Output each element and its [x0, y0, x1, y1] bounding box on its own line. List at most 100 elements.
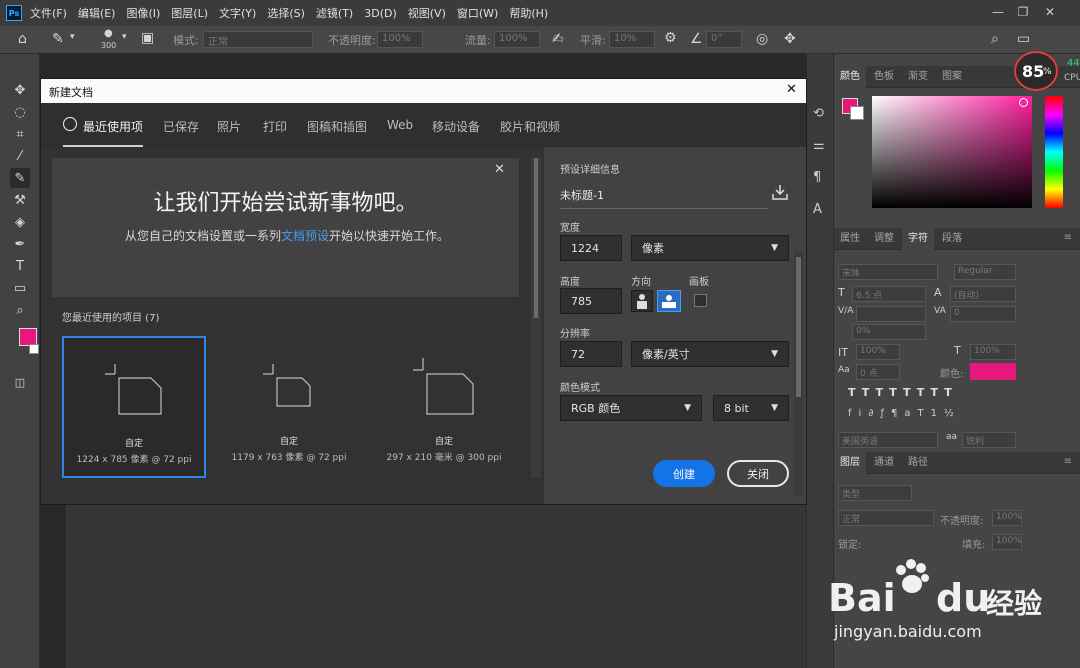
text-style-buttons[interactable]: TTTTTTTT	[848, 386, 1018, 400]
layer-opacity-input[interactable]: 100%	[992, 510, 1022, 526]
zoom-tool-icon[interactable]: ⌕	[10, 300, 30, 320]
color-picker-cursor[interactable]	[1019, 98, 1028, 107]
text-color-swatch[interactable]	[970, 363, 1016, 380]
recent-item[interactable]: 自定 1179 x 763 像素 @ 72 ppi	[217, 336, 361, 478]
document-presets-link[interactable]: 文档预设	[281, 229, 329, 243]
tab-adjustments[interactable]: 调整	[868, 228, 900, 250]
menu-help[interactable]: 帮助(H)	[509, 5, 548, 21]
close-button[interactable]: 关闭	[727, 460, 789, 487]
leading-input[interactable]: (自动)	[950, 286, 1016, 302]
recent-item[interactable]: 自定 297 x 210 毫米 @ 300 ppi	[372, 336, 516, 478]
color-mode-select[interactable]: RGB 颜色 ▼	[560, 395, 702, 421]
chevron-down-icon[interactable]: ▾	[70, 32, 75, 42]
minimize-button[interactable]: —	[988, 3, 1008, 21]
quick-mask-icon[interactable]: ◫	[10, 372, 30, 392]
recent-item[interactable]: 自定 1224 x 785 像素 @ 72 ppi	[62, 336, 206, 478]
tab-paragraph[interactable]: 段落	[936, 228, 968, 250]
mode-select[interactable]: 正常	[203, 31, 313, 48]
document-name-field[interactable]: 未标题-1	[560, 187, 604, 203]
smooth-input[interactable]: 10%	[609, 31, 655, 48]
language-select[interactable]: 美国英语	[838, 432, 938, 448]
welcome-close-button[interactable]: ✕	[494, 162, 505, 177]
document-canvas[interactable]	[66, 505, 806, 668]
font-size-input[interactable]: 6.5 点	[852, 286, 926, 302]
tab-paths[interactable]: 路径	[902, 452, 934, 474]
menu-image[interactable]: 图像(I)	[126, 5, 160, 21]
tab-film-video[interactable]: 胶片和视频	[500, 118, 560, 135]
tab-layers[interactable]: 图层	[834, 452, 866, 474]
tab-mobile[interactable]: 移动设备	[432, 118, 480, 135]
glyphs-icon[interactable]: A	[813, 202, 822, 217]
crop-tool-icon[interactable]: ⌗	[10, 124, 30, 144]
menu-file[interactable]: 文件(F)	[30, 5, 67, 21]
panel-menu-icon[interactable]: ≡	[1064, 232, 1072, 243]
adjust-icon[interactable]: ⚌	[813, 138, 825, 153]
save-preset-icon[interactable]	[771, 183, 789, 201]
brush-tool-icon[interactable]: ✎	[52, 31, 64, 47]
paint-bucket-tool-icon[interactable]: ◈	[10, 212, 30, 232]
tab-saved[interactable]: 已保存	[163, 118, 199, 135]
opentype-buttons[interactable]: fi∂ƒ¶aT1½	[848, 408, 1018, 422]
move-tool-icon[interactable]: ✥	[10, 80, 30, 100]
home-icon[interactable]: ⌂	[18, 31, 27, 47]
background-color-swatch[interactable]	[850, 106, 864, 120]
layer-filter-select[interactable]: 类型	[838, 485, 912, 501]
menu-view[interactable]: 视图(V)	[408, 5, 446, 21]
brush-preset-icon[interactable]: ●	[104, 28, 113, 39]
brush-settings-icon[interactable]: ▣	[141, 30, 154, 46]
restore-button[interactable]: ❐	[1013, 3, 1033, 21]
antialias-select[interactable]: 锐利	[962, 432, 1016, 448]
tab-color[interactable]: 颜色	[834, 66, 866, 88]
tab-swatches[interactable]: 色板	[868, 66, 900, 88]
eyedropper-tool-icon[interactable]: ⁄	[10, 146, 30, 166]
paragraph-icon[interactable]: ¶	[813, 170, 821, 185]
blend-mode-select[interactable]: 正常	[838, 510, 934, 526]
type-tool-icon[interactable]: T	[10, 256, 30, 276]
bit-depth-select[interactable]: 8 bit ▼	[713, 395, 789, 421]
close-window-button[interactable]: ✕	[1040, 3, 1060, 21]
horizontal-scale-input[interactable]: 100%	[970, 344, 1016, 360]
create-button[interactable]: 创建	[653, 460, 715, 487]
baseline-input[interactable]: 0 点	[856, 364, 900, 380]
artboard-checkbox[interactable]	[694, 294, 707, 307]
portrait-button[interactable]	[631, 290, 653, 312]
search-icon[interactable]: ⌕	[991, 31, 999, 47]
recent-scrollbar-thumb[interactable]	[534, 158, 538, 318]
tsume-input[interactable]: 0%	[852, 324, 926, 340]
width-unit-select[interactable]: 像素 ▼	[631, 235, 789, 261]
airbrush-icon[interactable]: ✍	[552, 31, 564, 47]
tab-channels[interactable]: 通道	[868, 452, 900, 474]
photoshop-logo-icon[interactable]: Ps	[6, 5, 22, 21]
tab-recent[interactable]: 最近使用项	[83, 118, 143, 135]
tracking-input[interactable]: 0	[950, 306, 1016, 322]
butterfly-icon[interactable]: ✥	[784, 31, 796, 47]
landscape-button[interactable]	[657, 290, 681, 312]
details-scrollbar-thumb[interactable]	[796, 257, 801, 397]
tab-art-illustration[interactable]: 图稿和插图	[307, 118, 367, 135]
angle-input[interactable]: 0°	[706, 31, 742, 48]
lasso-tool-icon[interactable]: ◌	[10, 102, 30, 122]
rectangle-tool-icon[interactable]: ▭	[10, 278, 30, 298]
opacity-input[interactable]: 100%	[377, 31, 423, 48]
tab-gradients[interactable]: 渐变	[902, 66, 934, 88]
color-picker-field[interactable]	[872, 96, 1032, 208]
brush-tool-icon[interactable]: ✎	[10, 168, 30, 188]
tab-character[interactable]: 字符	[902, 228, 934, 250]
width-input[interactable]: 1224	[560, 235, 622, 261]
tab-photo[interactable]: 照片	[217, 118, 241, 135]
vertical-scale-input[interactable]: 100%	[856, 344, 900, 360]
tab-web[interactable]: Web	[387, 118, 413, 132]
dialog-close-button[interactable]: ✕	[786, 82, 797, 97]
history-icon[interactable]: ⟲	[813, 106, 824, 121]
resolution-input[interactable]: 72	[560, 341, 622, 367]
menu-edit[interactable]: 编辑(E)	[78, 5, 116, 21]
workspace-icon[interactable]: ▭	[1017, 31, 1030, 47]
menu-filter[interactable]: 滤镜(T)	[316, 5, 353, 21]
pressure-icon[interactable]: ◎	[756, 31, 768, 47]
background-color-swatch[interactable]	[29, 344, 39, 354]
tab-print[interactable]: 打印	[263, 118, 287, 135]
panel-menu-icon[interactable]: ≡	[1064, 456, 1072, 467]
gear-icon[interactable]: ⚙	[664, 30, 677, 46]
tab-properties[interactable]: 属性	[834, 228, 866, 250]
font-style-select[interactable]: Regular	[954, 264, 1016, 280]
